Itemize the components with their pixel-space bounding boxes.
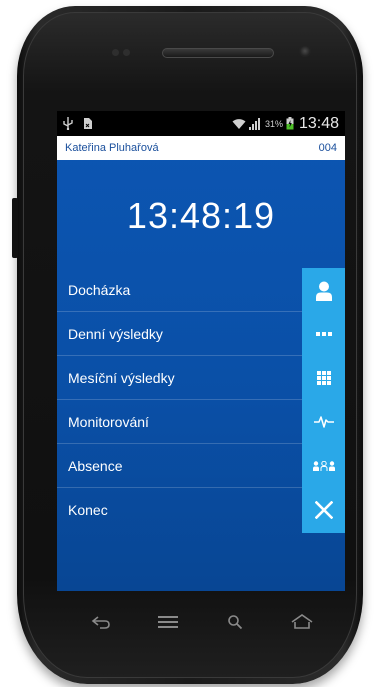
battery-percent: 31% [264, 118, 283, 129]
menu-item-denni-vysledky[interactable]: Denní výsledky [57, 311, 345, 357]
grid-icon[interactable] [302, 355, 345, 401]
front-camera [299, 45, 311, 57]
nav-keys [57, 596, 345, 648]
menu-item-dochazka[interactable]: Docházka [57, 268, 345, 313]
person-icon[interactable] [302, 268, 345, 313]
screen: 31% 13:48 Kateřina Pluhařová 004 13:48:1… [57, 111, 345, 591]
menu-item-mesicni-vysledky[interactable]: Mesíční výsledky [57, 355, 345, 401]
volume-button [12, 198, 18, 258]
menu-icon[interactable] [153, 610, 183, 634]
menu-item-monitorovani[interactable]: Monitorování [57, 399, 345, 445]
wifi-icon [232, 118, 246, 130]
usb-icon [63, 117, 73, 130]
user-number: 004 [318, 142, 337, 154]
earpiece-speaker [162, 48, 274, 58]
group-icon[interactable] [302, 443, 345, 489]
close-icon[interactable] [302, 487, 345, 533]
status-bar: 31% 13:48 [57, 111, 345, 136]
proximity-sensor [112, 49, 119, 56]
back-icon[interactable] [86, 610, 116, 634]
dots-icon[interactable] [302, 311, 345, 357]
home-icon[interactable] [287, 610, 317, 634]
pulse-icon[interactable] [302, 399, 345, 445]
battery-charging-icon [286, 117, 294, 130]
light-sensor [123, 49, 130, 56]
sim-card-icon [83, 117, 93, 130]
menu-item-absence[interactable]: Absence [57, 443, 345, 489]
main-menu: Docházka Denní výsledky Mesíční výsledky [57, 268, 345, 533]
status-time: 13:48 [298, 114, 339, 132]
clock-display: 13:48:19 [126, 195, 276, 236]
user-name: Kateřina Pluhařová [65, 142, 159, 154]
search-icon[interactable] [220, 610, 250, 634]
user-bar: Kateřina Pluhařová 004 [57, 136, 345, 160]
power-button [357, 150, 363, 190]
signal-icon [248, 117, 262, 130]
menu-item-konec[interactable]: Konec [57, 487, 345, 533]
